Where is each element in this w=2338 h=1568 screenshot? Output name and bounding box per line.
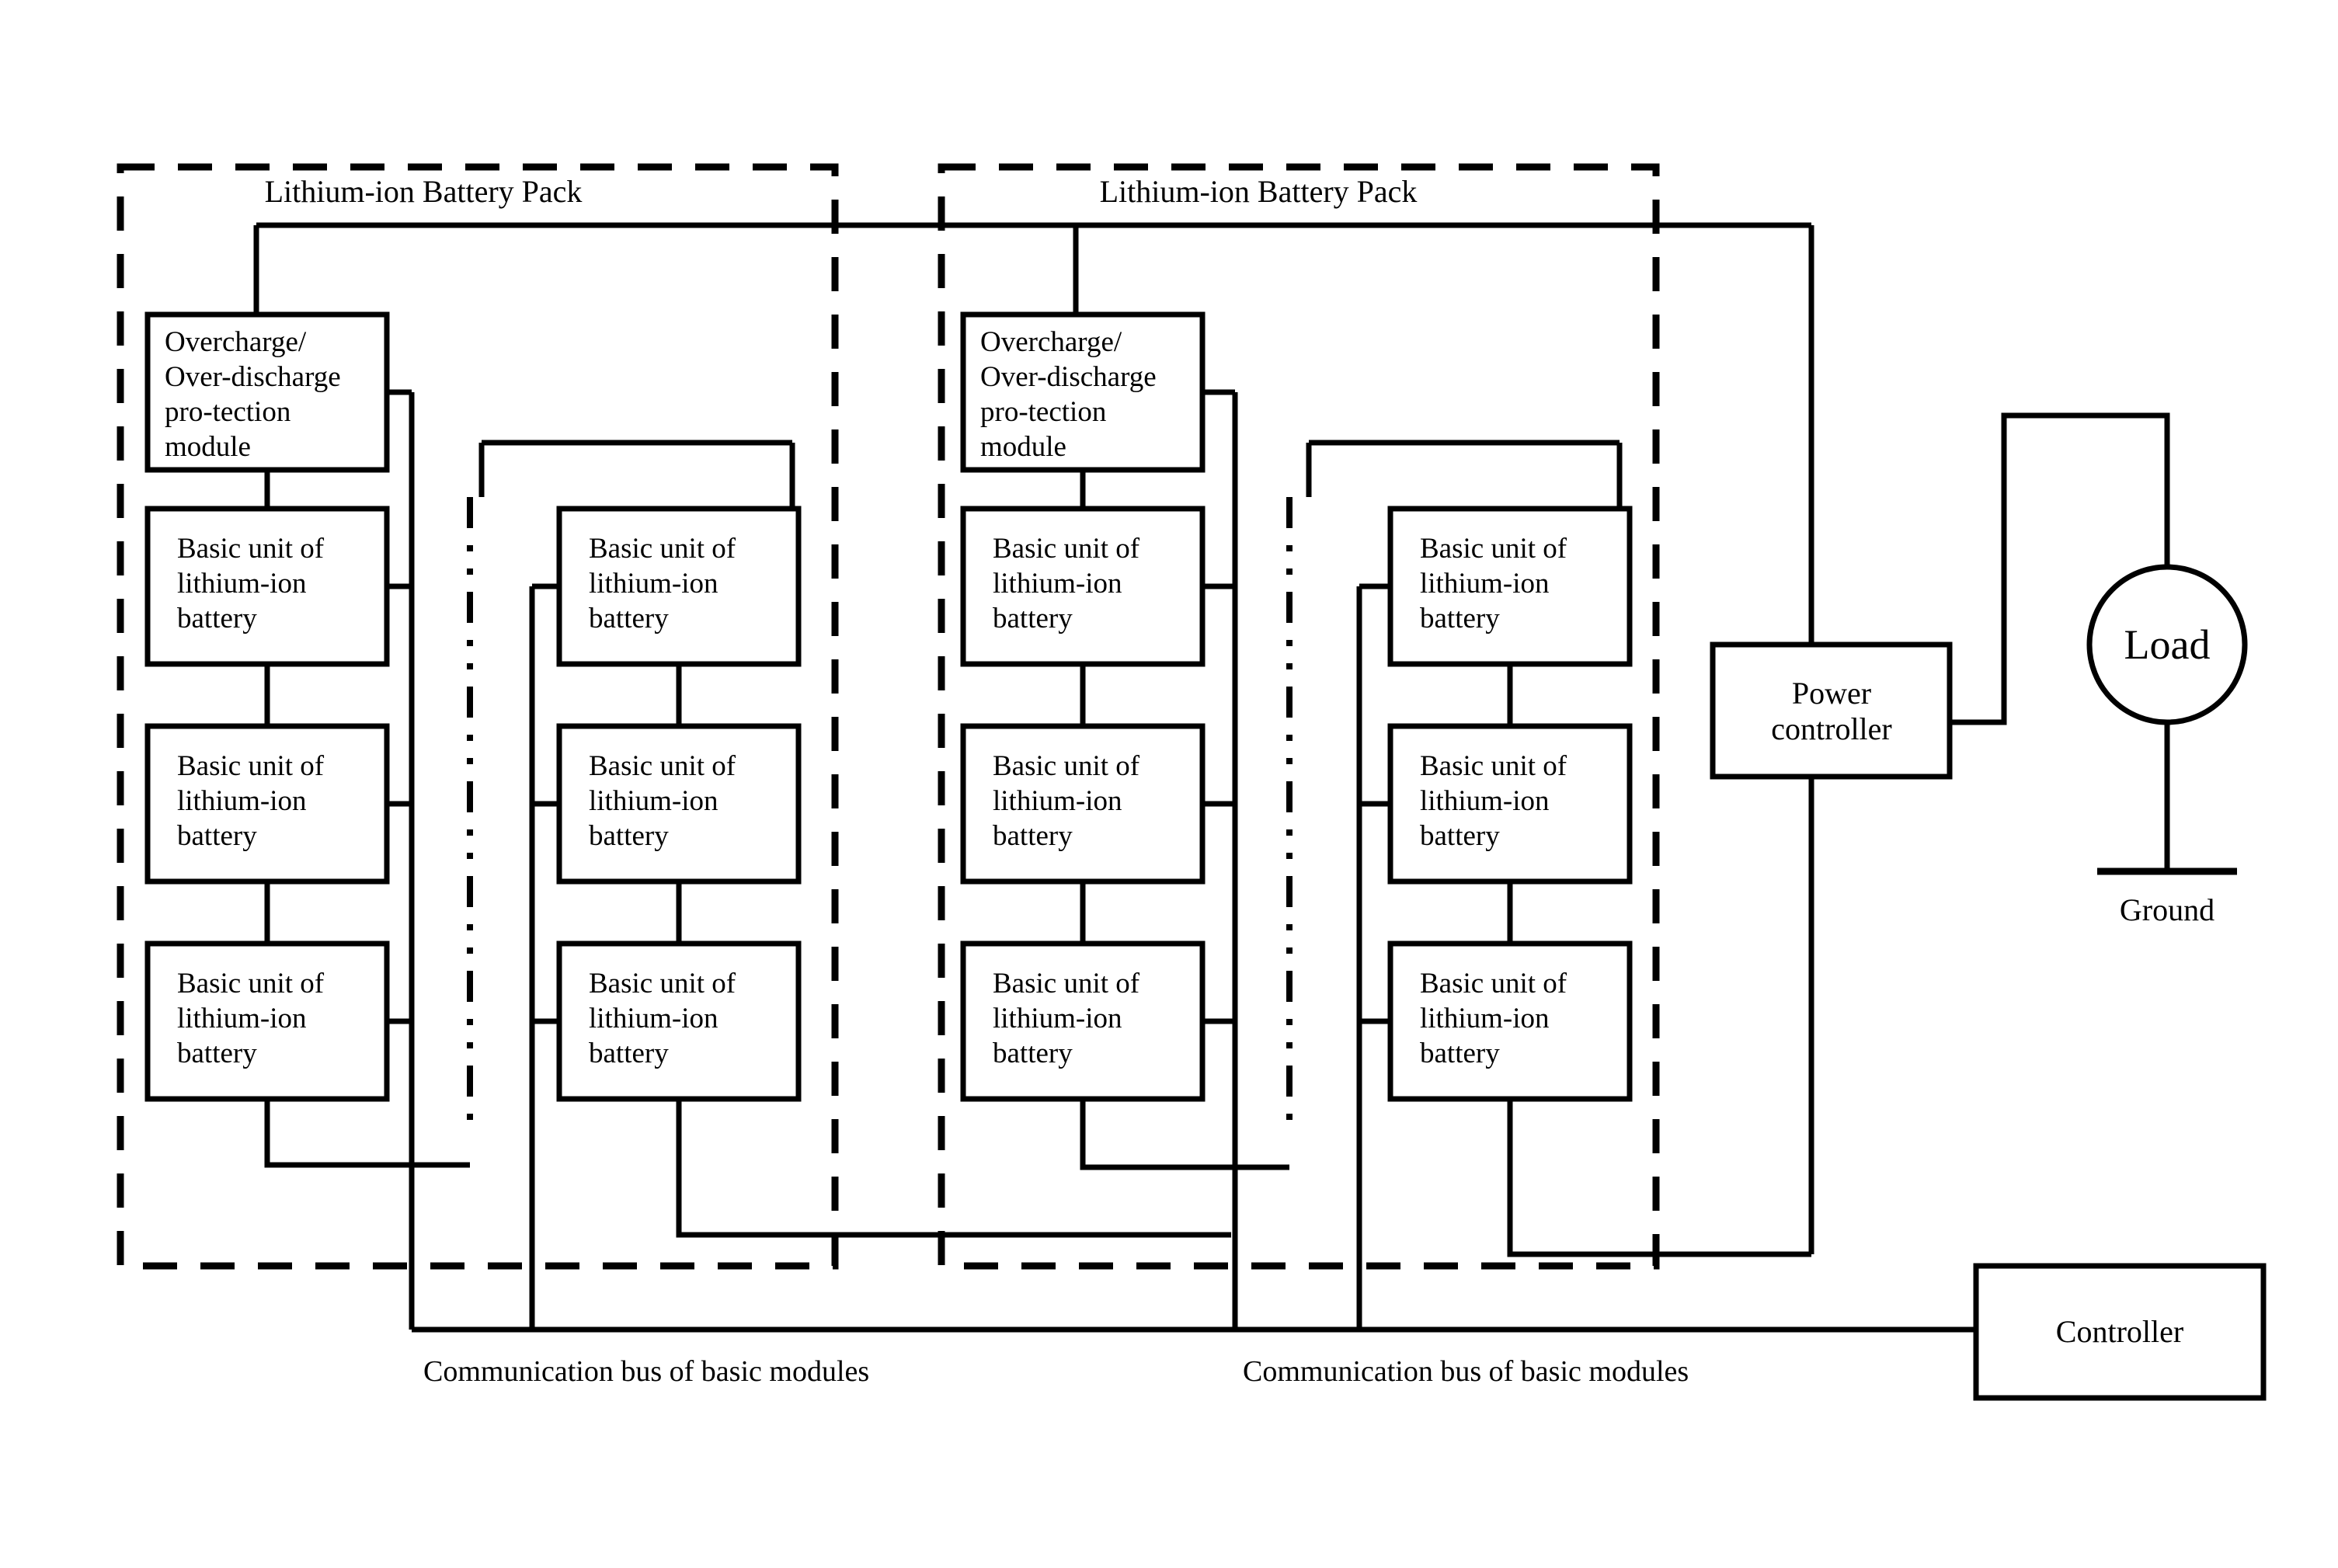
pack1-c1-unit-1-line-0: Basic unit of (177, 750, 325, 782)
pack1-c2-unit-1-line-0: Basic unit of (589, 750, 736, 782)
pack2-c3-bottom-return (1080, 1099, 1289, 1170)
pack1-c2-unit-2-line-0: Basic unit of (589, 968, 736, 1000)
pack1-c1-unit-1-line-1: lithium-ion (177, 785, 307, 817)
pack2-prot-line-1: Over-discharge (980, 361, 1157, 393)
pack1-c2-unit-0-line-0: Basic unit of (589, 533, 736, 565)
block-diagram: Overcharge/ Over-discharge pro-tection m… (117, 163, 2267, 1401)
pack-1-title: Lithium-ion Battery Pack (265, 174, 583, 209)
pack1-c2-unit-0-line-2: battery (589, 603, 669, 635)
pack1-c1-unit-0-line-0: Basic unit of (177, 533, 325, 565)
pack2-c4-unit-2-line-0: Basic unit of (1420, 968, 1567, 1000)
pack2-c3-unit-2-line-2: battery (993, 1038, 1073, 1069)
pack2-prot-line-0: Overcharge/ (980, 326, 1122, 358)
pack1-c2-unit-2-line-2: battery (589, 1038, 669, 1069)
pack1-c1-unit-0-line-1: lithium-ion (177, 568, 307, 600)
pack1-c1-unit-1-line-2: battery (177, 820, 257, 852)
pack1-prot-line-0: Overcharge/ (165, 326, 307, 358)
power-controller-box (1710, 641, 1953, 780)
pack2-prot-line-2: pro-tection (980, 396, 1106, 428)
pack1-c1-unit-2-line-0: Basic unit of (177, 968, 325, 1000)
controller-label: Controller (2056, 1314, 2183, 1349)
power-controller-line-1: controller (1771, 711, 1892, 746)
ground-label: Ground (2120, 892, 2214, 927)
pack1-prot-line-2: pro-tection (165, 396, 291, 428)
pack2-c4-unit-0-line-2: battery (1420, 603, 1500, 635)
pack1-prot-line-3: module (165, 431, 251, 463)
pack2-prot-line-3: module (980, 431, 1066, 463)
pack1-c1-unit-2-line-1: lithium-ion (177, 1003, 307, 1034)
pack2-c3-unit-2-line-0: Basic unit of (993, 968, 1140, 1000)
pack2-c4-unit-2-line-1: lithium-ion (1420, 1003, 1550, 1034)
pack2-c4-unit-1-line-0: Basic unit of (1420, 750, 1567, 782)
pack2-c4-unit-1-line-1: lithium-ion (1420, 785, 1550, 817)
pack2-c4-unit-2-line-2: battery (1420, 1038, 1500, 1069)
pack1-c2-unit-1-line-2: battery (589, 820, 669, 852)
pack2-c4-unit-0-line-0: Basic unit of (1420, 533, 1567, 565)
pack2-c3-unit-1-line-1: lithium-ion (993, 785, 1122, 817)
pack2-c3-unit-1-line-0: Basic unit of (993, 750, 1140, 782)
pack1-c1-bottom-return (264, 1099, 470, 1168)
pack1-c2-unit-1-line-1: lithium-ion (589, 785, 718, 817)
pack1-c1-unit-2-line-2: battery (177, 1038, 257, 1069)
load-label: Load (2124, 621, 2211, 668)
pack2-c4-unit-1-line-2: battery (1420, 820, 1500, 852)
power-controller-line-0: Power (1792, 676, 1871, 711)
pack1-prot-line-1: Over-discharge (165, 361, 341, 393)
pack2-c4-bottom-out (1507, 1099, 1811, 1257)
pack1-c2-unit-0-line-1: lithium-ion (589, 568, 718, 600)
pack2-c3-unit-1-line-2: battery (993, 820, 1073, 852)
pack-2-title: Lithium-ion Battery Pack (1100, 174, 1418, 209)
pack2-c3-unit-0-line-2: battery (993, 603, 1073, 635)
pack1-c1-unit-0-line-2: battery (177, 603, 257, 635)
pack2-bus-label: Communication bus of basic modules (1243, 1355, 1689, 1388)
pack1-bus-label: Communication bus of basic modules (423, 1355, 869, 1388)
pack2-c3-unit-0-line-1: lithium-ion (993, 568, 1122, 600)
pack2-c3-unit-2-line-1: lithium-ion (993, 1003, 1122, 1034)
pack2-c3-unit-0-line-0: Basic unit of (993, 533, 1140, 565)
pack2-c4-unit-0-line-1: lithium-ion (1420, 568, 1550, 600)
pack1-c2-unit-2-line-1: lithium-ion (589, 1003, 718, 1034)
diagram-canvas: Overcharge/ Over-discharge pro-tection m… (0, 0, 2338, 1568)
